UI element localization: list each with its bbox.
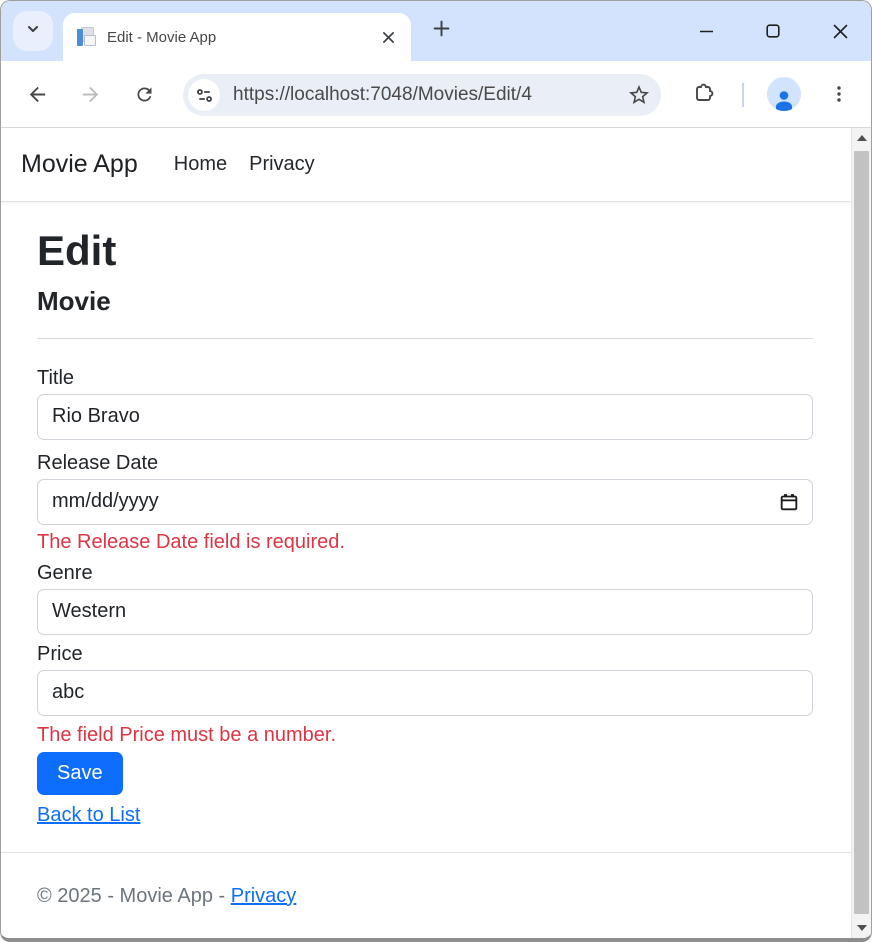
edit-movie-form: Title Release Date The Release Date fiel… [37,367,813,795]
browser-tab[interactable]: Edit - Movie App [63,13,411,61]
scrollbar-down-icon[interactable] [852,918,871,938]
titlebar: Edit - Movie App [1,1,871,61]
page-subtitle: Movie [37,286,813,317]
profile-avatar[interactable] [767,77,801,111]
site-footer: © 2025 - Movie App - Privacy [1,852,851,938]
genre-input[interactable] [37,589,813,635]
nav-link-privacy[interactable]: Privacy [249,153,315,176]
close-window-button[interactable] [823,14,857,48]
vertical-scrollbar[interactable] [851,128,871,938]
puzzle-icon [692,82,716,106]
divider [37,338,813,339]
arrow-right-icon [79,83,102,106]
title-label: Title [37,367,813,390]
release-date-input[interactable] [37,479,813,525]
maximize-button[interactable] [756,14,790,48]
release-date-error: The Release Date field is required. [37,531,813,554]
page-content: Movie App Home Privacy Edit Movie Title … [1,128,871,938]
navbar-brand[interactable]: Movie App [21,150,138,179]
url-text[interactable]: https://localhost:7048/Movies/Edit/4 [233,84,625,106]
tab-title: Edit - Movie App [107,29,377,46]
footer-copyright: © 2025 - Movie App - [37,885,225,907]
three-dots-icon [830,85,848,103]
reload-icon [134,84,155,105]
tab-close-icon[interactable] [377,26,399,48]
minimize-button[interactable] [689,14,723,48]
site-settings-button[interactable] [188,79,220,111]
footer-privacy-link[interactable]: Privacy [231,885,297,907]
title-input[interactable] [37,394,813,440]
chevron-down-icon [25,21,41,42]
back-to-list-link[interactable]: Back to List [37,804,140,827]
back-button[interactable] [25,82,49,106]
reload-button[interactable] [132,82,156,106]
toolbar-divider [742,83,744,107]
plus-icon [433,20,450,42]
release-date-label: Release Date [37,452,813,475]
scrollbar-thumb[interactable] [854,151,869,914]
window-controls [689,1,857,61]
bookmark-button[interactable] [625,81,653,109]
address-bar[interactable]: https://localhost:7048/Movies/Edit/4 [183,74,661,116]
star-icon [627,83,651,107]
site-settings-icon [195,86,214,105]
scrollbar-up-icon[interactable] [852,128,871,148]
page-title: Edit [37,226,813,276]
browser-menu-button[interactable] [827,82,851,106]
price-label: Price [37,643,813,666]
extensions-button[interactable] [692,82,716,106]
nav-link-home[interactable]: Home [174,153,227,176]
release-date-input-wrap [37,479,813,525]
arrow-left-icon [26,83,49,106]
browser-window: Edit - Movie App [0,0,872,942]
browser-toolbar: https://localhost:7048/Movies/Edit/4 [1,61,871,128]
nav-links: Home Privacy [174,153,315,176]
site-favicon-icon [75,26,97,48]
new-tab-button[interactable] [427,17,455,45]
save-button[interactable]: Save [37,752,123,795]
price-error: The field Price must be a number. [37,724,813,747]
tab-search-button[interactable] [13,11,53,51]
site-navbar: Movie App Home Privacy [1,128,871,202]
main-container: Edit Movie Title Release Date The Releas… [1,226,813,827]
person-icon [772,89,796,111]
price-input[interactable] [37,670,813,716]
genre-label: Genre [37,562,813,585]
forward-button[interactable] [78,82,102,106]
